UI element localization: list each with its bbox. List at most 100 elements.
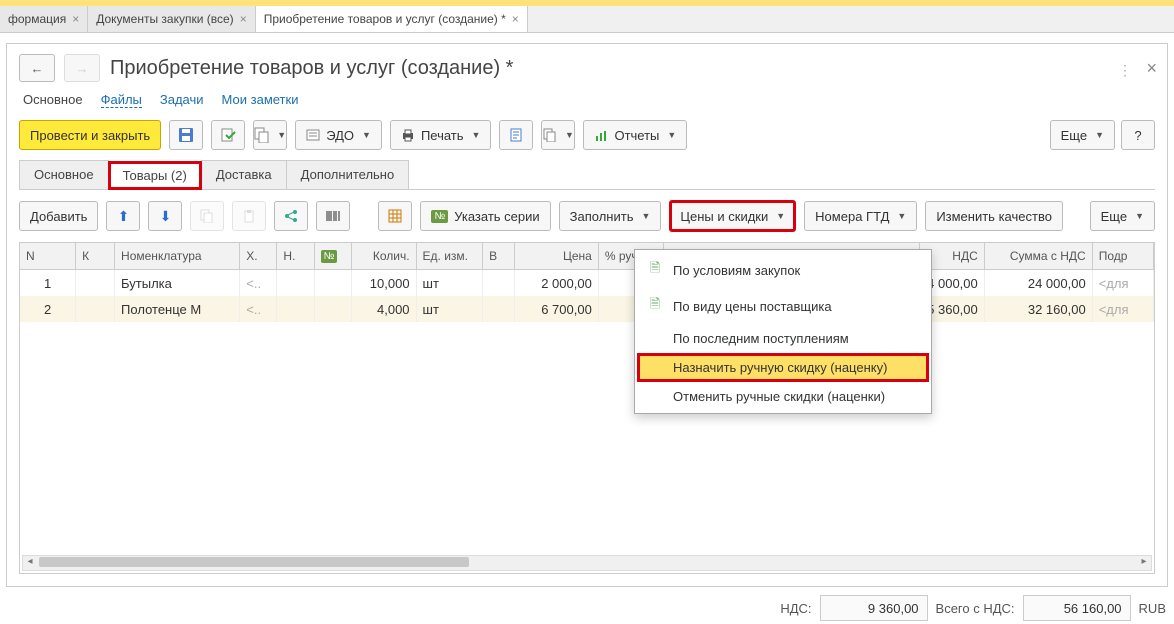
dd-label: По виду цены поставщика: [673, 299, 832, 314]
page-title: Приобретение товаров и услуг (создание) …: [110, 57, 513, 80]
tab-goods[interactable]: Товары (2): [108, 161, 202, 190]
tab-delivery[interactable]: Доставка: [201, 160, 287, 189]
close-icon[interactable]: ×: [240, 12, 247, 26]
series-badge-icon: №: [431, 210, 448, 223]
cell-ne: [315, 270, 352, 296]
col-x[interactable]: Х.: [240, 243, 277, 269]
tab-label: формация: [8, 12, 66, 26]
nds-label: НДС:: [780, 601, 811, 616]
paste-icon: [232, 201, 266, 231]
doc-price-icon: 🗎: [647, 259, 663, 281]
cell-ne: [315, 296, 352, 322]
cell-price: 2 000,00: [515, 270, 599, 296]
col-unit[interactable]: Ед. изм.: [417, 243, 484, 269]
help-button[interactable]: ?: [1121, 120, 1155, 150]
save-icon[interactable]: [169, 120, 203, 150]
scroll-thumb[interactable]: [39, 557, 469, 567]
post-icon[interactable]: [211, 120, 245, 150]
cell-podr: <для: [1093, 296, 1154, 322]
cell-qty: 10,000: [352, 270, 417, 296]
move-down-icon[interactable]: ⬇: [148, 201, 182, 231]
col-price[interactable]: Цена: [515, 243, 599, 269]
close-icon[interactable]: ×: [72, 12, 79, 26]
print-label: Печать: [421, 128, 464, 143]
dd-by-supplier-price[interactable]: 🗎 По виду цены поставщика: [637, 288, 929, 324]
subnav-tasks[interactable]: Задачи: [160, 92, 204, 108]
tab-extra[interactable]: Дополнительно: [286, 160, 410, 189]
barcode-icon[interactable]: [316, 201, 350, 231]
more-button[interactable]: Еще ▼: [1050, 120, 1115, 150]
tab-main[interactable]: Основное: [19, 160, 109, 189]
dd-label: Отменить ручные скидки (наценки): [673, 389, 885, 404]
currency-label: RUB: [1139, 601, 1166, 616]
add-button[interactable]: Добавить: [19, 201, 98, 231]
share-icon[interactable]: [274, 201, 308, 231]
subnav-files[interactable]: Файлы: [101, 92, 142, 108]
grid-icon[interactable]: [378, 201, 412, 231]
nav-forward-button: →: [64, 54, 100, 82]
chevron-down-icon: ▼: [362, 130, 371, 140]
col-qty[interactable]: Колич.: [352, 243, 417, 269]
docs-icon[interactable]: ▼: [541, 120, 575, 150]
cell-nomen: Бутылка: [115, 270, 240, 296]
doc-icon[interactable]: [499, 120, 533, 150]
series-button[interactable]: № Указать серии: [420, 201, 550, 231]
cell-podr: <для: [1093, 270, 1154, 296]
dd-set-manual-discount[interactable]: Назначить ручную скидку (наценку): [637, 353, 929, 382]
close-icon[interactable]: ×: [512, 12, 519, 26]
cell-v: [483, 270, 515, 296]
fill-button[interactable]: Заполнить ▼: [559, 201, 662, 231]
print-button[interactable]: Печать ▼: [390, 120, 492, 150]
app-tab-active[interactable]: Приобретение товаров и услуг (создание) …: [256, 6, 528, 32]
horizontal-scrollbar[interactable]: ◂ ▸: [22, 555, 1152, 571]
edo-button[interactable]: ЭДО ▼: [295, 120, 382, 150]
chevron-down-icon: ▼: [472, 130, 481, 140]
col-v[interactable]: В: [483, 243, 515, 269]
table-row[interactable]: 2 Полотенце М <.. 4,000 шт 6 700,00 5 36…: [20, 296, 1154, 322]
dd-cancel-manual-discounts[interactable]: Отменить ручные скидки (наценки): [637, 382, 929, 411]
nav-back-button[interactable]: ←: [19, 54, 55, 82]
col-h[interactable]: Н.: [277, 243, 314, 269]
col-podr[interactable]: Подр: [1093, 243, 1154, 269]
scroll-left-icon[interactable]: ◂: [23, 556, 37, 568]
col-ne[interactable]: №: [315, 243, 352, 269]
cell-unit: шт: [417, 270, 484, 296]
dd-label: По последним поступлениям: [673, 331, 849, 346]
chevron-down-icon: ▼: [897, 211, 906, 221]
totals-footer: НДС: 9 360,00 Всего с НДС: 56 160,00 RUB: [0, 587, 1174, 621]
subnav-main[interactable]: Основное: [23, 92, 83, 108]
move-up-icon[interactable]: ⬆: [106, 201, 140, 231]
quality-button[interactable]: Изменить качество: [925, 201, 1063, 231]
col-k[interactable]: К: [76, 243, 115, 269]
create-based-on-icon[interactable]: ▼: [253, 120, 287, 150]
cell-h: [277, 296, 314, 322]
col-n[interactable]: N: [20, 243, 76, 269]
scroll-right-icon[interactable]: ▸: [1137, 556, 1151, 568]
cell-unit: шт: [417, 296, 484, 322]
gtd-label: Номера ГТД: [815, 209, 889, 224]
gtd-button[interactable]: Номера ГТД ▼: [804, 201, 917, 231]
reports-button[interactable]: Отчеты ▼: [583, 120, 687, 150]
dd-label: Назначить ручную скидку (наценку): [673, 360, 887, 375]
col-nomen[interactable]: Номенклатура: [115, 243, 240, 269]
prices-and-discounts-button[interactable]: Цены и скидки ▼: [669, 200, 796, 232]
cell-price: 6 700,00: [515, 296, 599, 322]
cell-x: <..: [240, 270, 277, 296]
post-and-close-button[interactable]: Провести и закрыть: [19, 120, 161, 150]
total-value: 56 160,00: [1023, 595, 1131, 621]
chevron-down-icon: ▼: [277, 130, 286, 140]
app-tabstrip: формация × Документы закупки (все) × При…: [0, 6, 1174, 33]
dd-by-last-receipts[interactable]: По последним поступлениям: [637, 324, 929, 353]
grid-more-button[interactable]: Еще ▼: [1090, 201, 1155, 231]
kebab-icon[interactable]: ⋮: [1118, 62, 1133, 79]
panel-close-icon[interactable]: ×: [1146, 58, 1157, 79]
cell-nomen: Полотенце М: [115, 296, 240, 322]
dd-by-purchase-terms[interactable]: 🗎 По условиям закупок: [637, 252, 929, 288]
app-tab[interactable]: Документы закупки (все) ×: [88, 6, 255, 32]
fill-label: Заполнить: [570, 209, 634, 224]
subnav-notes[interactable]: Мои заметки: [222, 92, 299, 108]
app-tab[interactable]: формация ×: [0, 6, 88, 32]
table-row[interactable]: 1 Бутылка <.. 10,000 шт 2 000,00 4 000,0…: [20, 270, 1154, 296]
col-sumnds[interactable]: Сумма с НДС: [985, 243, 1093, 269]
chevron-down-icon: ▼: [565, 130, 574, 140]
